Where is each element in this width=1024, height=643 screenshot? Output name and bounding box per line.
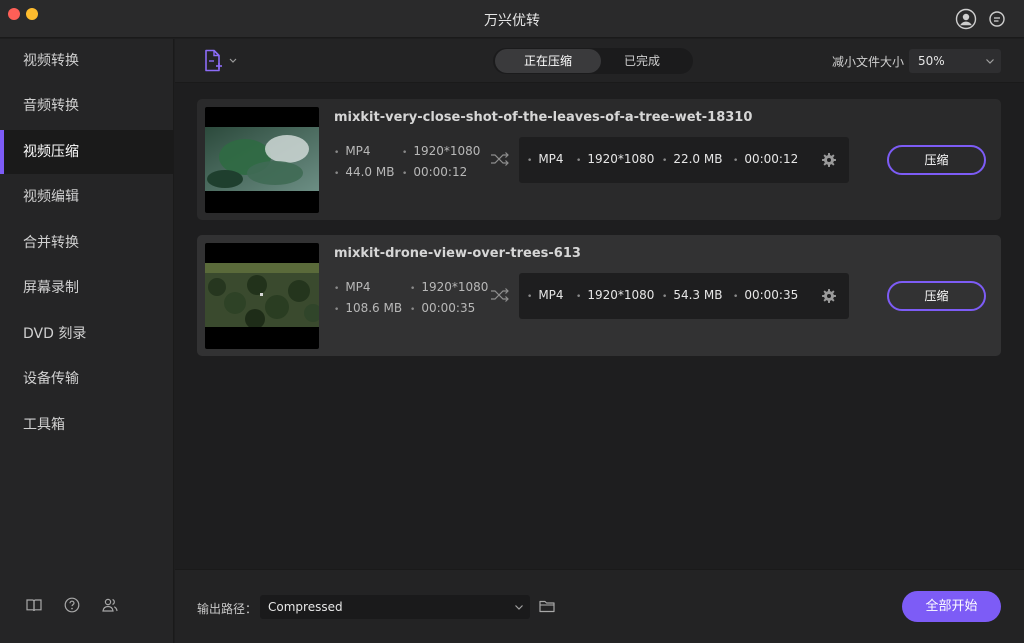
output-format: MP4 — [527, 152, 563, 166]
help-icon[interactable] — [63, 596, 81, 614]
source-resolution: 1920*1080 — [410, 280, 488, 294]
sidebar-item-video-compress[interactable]: 视频压缩 — [0, 130, 174, 174]
status-tabs: 正在压缩 已完成 — [493, 48, 693, 74]
reduce-size-select[interactable]: 50% — [909, 49, 1001, 73]
source-size: 108.6 MB — [334, 301, 402, 315]
source-format: MP4 — [334, 280, 370, 294]
users-icon[interactable] — [101, 596, 119, 614]
title-bar: 万兴优转 — [0, 0, 1024, 38]
sidebar: 视频转换 音频转换 视频压缩 视频编辑 合并转换 屏幕录制 DVD 刻录 设备传… — [0, 39, 174, 643]
tab-completed[interactable]: 已完成 — [589, 49, 695, 73]
gear-icon[interactable] — [821, 288, 837, 304]
output-format: MP4 — [527, 288, 563, 302]
leaves-thumbnail-image — [205, 127, 319, 191]
output-path-value: Compressed — [268, 600, 343, 614]
file-name: mixkit-very-close-shot-of-the-leaves-of-… — [334, 110, 753, 125]
output-size: 54.3 MB — [662, 288, 722, 302]
sidebar-item-merge[interactable]: 合并转换 — [0, 221, 174, 265]
convert-arrows-icon — [491, 288, 509, 302]
chevron-down-icon — [515, 605, 523, 610]
output-duration: 00:00:12 — [733, 152, 798, 166]
book-icon[interactable] — [25, 596, 43, 614]
sidebar-item-toolbox[interactable]: 工具箱 — [0, 403, 174, 447]
output-resolution: 1920*1080 — [576, 288, 654, 302]
feedback-chat-icon[interactable] — [986, 8, 1008, 30]
file-card: mixkit-very-close-shot-of-the-leaves-of-… — [197, 99, 1001, 220]
compress-button[interactable]: 压缩 — [887, 281, 986, 311]
file-card: mixkit-drone-view-over-trees-613 MP4 192… — [197, 235, 1001, 356]
source-duration: 00:00:35 — [410, 301, 475, 315]
sidebar-item-screen-record[interactable]: 屏幕录制 — [0, 266, 174, 310]
toolbar: 正在压缩 已完成 减小文件大小 50% — [175, 39, 1024, 83]
compress-button[interactable]: 压缩 — [887, 145, 986, 175]
tab-compressing[interactable]: 正在压缩 — [495, 49, 601, 73]
video-thumbnail — [205, 243, 319, 349]
output-path-label: 输出路径： — [197, 602, 258, 616]
sidebar-item-video-edit[interactable]: 视频编辑 — [0, 175, 174, 219]
output-settings: MP4 1920*1080 22.0 MB 00:00:12 — [519, 137, 849, 183]
start-all-button[interactable]: 全部开始 — [902, 591, 1001, 622]
add-file-button[interactable] — [203, 49, 243, 73]
folder-icon[interactable] — [539, 599, 555, 613]
output-path-select[interactable]: Compressed — [260, 595, 530, 619]
bottom-bar: 输出路径： Compressed 全部开始 — [175, 569, 1024, 643]
chevron-down-icon — [986, 59, 994, 64]
output-duration: 00:00:35 — [733, 288, 798, 302]
user-account-icon[interactable] — [955, 8, 977, 30]
sidebar-item-dvd-burn[interactable]: DVD 刻录 — [0, 312, 174, 356]
file-list: mixkit-very-close-shot-of-the-leaves-of-… — [175, 84, 1024, 568]
source-resolution: 1920*1080 — [402, 144, 480, 158]
gear-icon[interactable] — [821, 152, 837, 168]
output-resolution: 1920*1080 — [576, 152, 654, 166]
convert-arrows-icon — [491, 152, 509, 166]
app-title: 万兴优转 — [484, 13, 540, 29]
source-duration: 00:00:12 — [402, 165, 467, 179]
trees-thumbnail-image — [205, 263, 319, 327]
output-size: 22.0 MB — [662, 152, 722, 166]
sidebar-item-audio-convert[interactable]: 音频转换 — [0, 84, 174, 128]
sidebar-item-video-convert[interactable]: 视频转换 — [0, 39, 174, 83]
file-name: mixkit-drone-view-over-trees-613 — [334, 246, 581, 261]
source-format: MP4 — [334, 144, 370, 158]
reduce-size-value: 50% — [918, 54, 945, 68]
source-size: 44.0 MB — [334, 165, 394, 179]
sidebar-item-device-transfer[interactable]: 设备传输 — [0, 357, 174, 401]
video-thumbnail — [205, 107, 319, 213]
output-settings: MP4 1920*1080 54.3 MB 00:00:35 — [519, 273, 849, 319]
reduce-size-label: 减小文件大小 — [832, 55, 905, 69]
